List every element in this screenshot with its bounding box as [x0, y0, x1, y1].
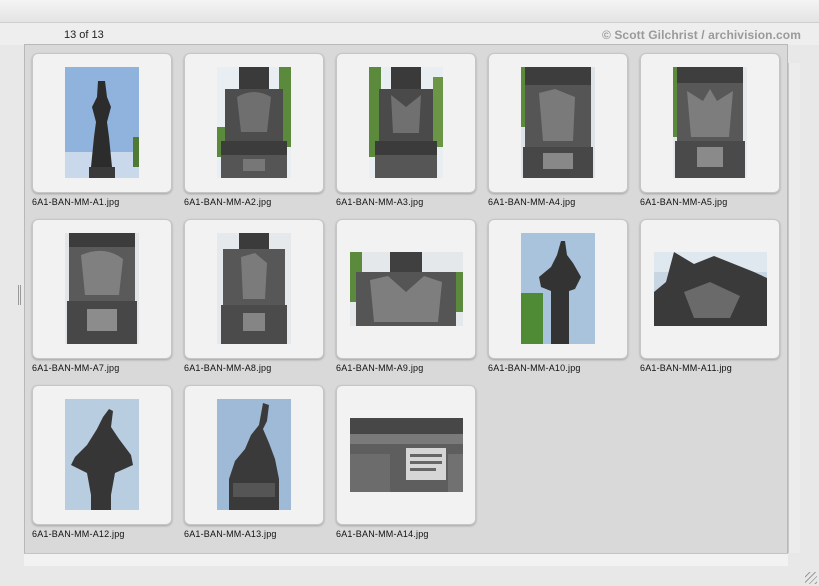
relief-detail-icon — [350, 252, 463, 326]
thumbnail-filename: 6A1-BAN-MM-A3.jpg — [336, 197, 424, 207]
thumbnail-frame[interactable] — [488, 219, 628, 359]
statue-top-icon — [217, 399, 291, 510]
thumbnail-frame[interactable] — [336, 385, 476, 525]
thumbnail-item[interactable]: 6A1-BAN-MM-A11.jpg — [640, 219, 780, 379]
thumbnail-item[interactable]: 6A1-BAN-MM-A5.jpg — [640, 53, 780, 213]
relief-panel-icon — [521, 67, 595, 178]
thumbnail-frame[interactable] — [640, 53, 780, 193]
statue-column-icon — [65, 67, 139, 178]
resize-handle-icon[interactable] — [805, 572, 817, 584]
thumbnail-item[interactable]: 6A1-BAN-MM-A4.jpg — [488, 53, 628, 213]
thumbnail-filename: 6A1-BAN-MM-A4.jpg — [488, 197, 576, 207]
window-toolbar — [0, 0, 819, 23]
vertical-scrollbar[interactable] — [788, 63, 800, 553]
thumbnail-item[interactable]: 6A1-BAN-MM-A7.jpg — [32, 219, 172, 379]
thumbnail-filename: 6A1-BAN-MM-A11.jpg — [640, 363, 732, 373]
thumbnail-filename: 6A1-BAN-MM-A2.jpg — [184, 197, 272, 207]
inscription-base-icon — [350, 418, 463, 492]
thumbnail-grid: 6A1-BAN-MM-A1.jpg 6A1-BAN-MM-A2.jpg 6A1-… — [24, 44, 788, 566]
thumbnail-filename: 6A1-BAN-MM-A1.jpg — [32, 197, 120, 207]
thumbnail-item[interactable]: 6A1-BAN-MM-A3.jpg — [336, 53, 476, 213]
relief-panel-icon — [369, 67, 443, 178]
thumbnail-filename: 6A1-BAN-MM-A12.jpg — [32, 529, 125, 539]
thumbnail-item[interactable]: 6A1-BAN-MM-A8.jpg — [184, 219, 324, 379]
splitter-grip-icon[interactable] — [18, 285, 21, 305]
thumbnail-frame[interactable] — [488, 53, 628, 193]
relief-panel-icon — [217, 67, 291, 178]
thumbnail-item[interactable]: 6A1-BAN-MM-A2.jpg — [184, 53, 324, 213]
thumbnail-frame[interactable] — [32, 385, 172, 525]
thumbnail-frame[interactable] — [32, 53, 172, 193]
copyright-notice: © Scott Gilchrist / archivision.com — [601, 28, 801, 42]
thumbnail-frame[interactable] — [336, 219, 476, 359]
relief-panel-icon — [673, 67, 747, 178]
thumbnail-filename: 6A1-BAN-MM-A13.jpg — [184, 529, 277, 539]
thumbnail-frame[interactable] — [32, 219, 172, 359]
thumbnail-filename: 6A1-BAN-MM-A14.jpg — [336, 529, 429, 539]
statue-top-icon — [65, 399, 139, 510]
relief-panel-icon — [65, 233, 139, 344]
thumbnail-filename: 6A1-BAN-MM-A7.jpg — [32, 363, 120, 373]
image-counter: 13 of 13 — [64, 29, 104, 41]
sculpture-detail-icon — [654, 252, 767, 326]
thumbnail-item[interactable]: 6A1-BAN-MM-A10.jpg — [488, 219, 628, 379]
thumbnail-item[interactable]: 6A1-BAN-MM-A13.jpg — [184, 385, 324, 545]
thumbnail-frame[interactable] — [184, 53, 324, 193]
thumbnail-frame[interactable] — [336, 53, 476, 193]
relief-panel-icon — [217, 233, 291, 344]
thumbnail-filename: 6A1-BAN-MM-A9.jpg — [336, 363, 424, 373]
thumbnail-filename: 6A1-BAN-MM-A5.jpg — [640, 197, 728, 207]
thumbnail-frame[interactable] — [640, 219, 780, 359]
thumbnail-item[interactable]: 6A1-BAN-MM-A9.jpg — [336, 219, 476, 379]
statue-column-icon — [521, 233, 595, 344]
thumbnail-item[interactable]: 6A1-BAN-MM-A12.jpg — [32, 385, 172, 545]
thumbnail-item[interactable]: 6A1-BAN-MM-A1.jpg — [32, 53, 172, 213]
thumbnail-frame[interactable] — [184, 385, 324, 525]
thumbnail-item[interactable]: 6A1-BAN-MM-A14.jpg — [336, 385, 476, 545]
thumbnail-filename: 6A1-BAN-MM-A8.jpg — [184, 363, 272, 373]
horizontal-scrollbar[interactable] — [24, 553, 788, 566]
thumbnail-filename: 6A1-BAN-MM-A10.jpg — [488, 363, 581, 373]
thumbnail-frame[interactable] — [184, 219, 324, 359]
